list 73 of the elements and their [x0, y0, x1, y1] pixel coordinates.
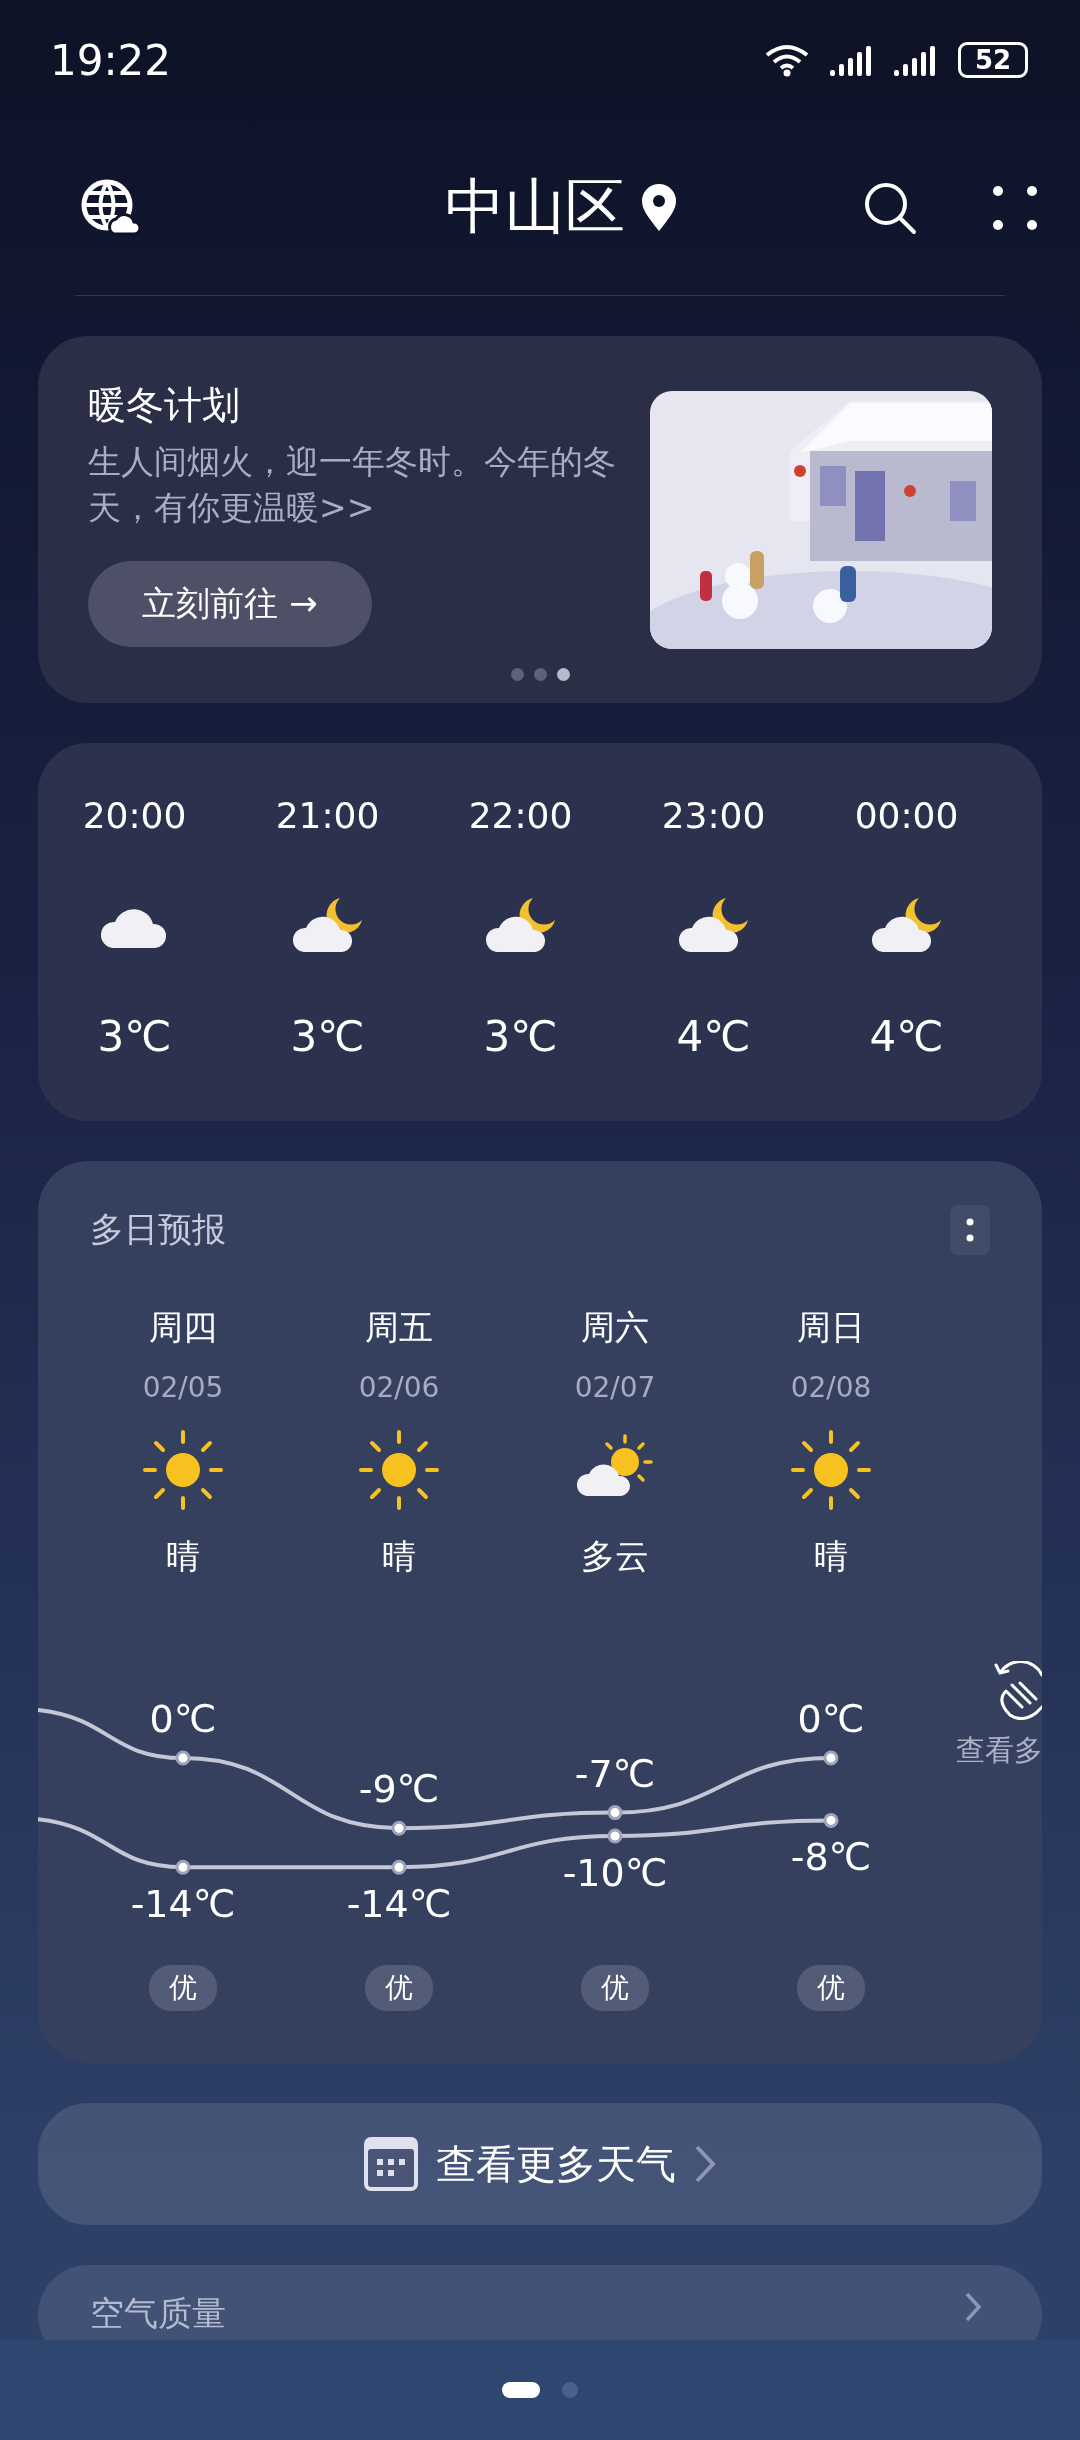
weather-text: 晴	[166, 1535, 200, 1578]
hour-temperature: 4℃	[869, 1012, 944, 1061]
wifi-icon	[764, 43, 810, 77]
page-dot[interactable]	[533, 668, 547, 681]
battery-icon: 52	[958, 42, 1028, 78]
sun-icon	[357, 1428, 441, 1512]
weekday: 周四	[149, 1306, 217, 1349]
status-time: 19:22	[50, 35, 172, 85]
hour-temperature: 4℃	[676, 1012, 751, 1061]
high-temperature: -9℃	[358, 1767, 440, 1812]
hour-time: 00:00	[854, 795, 959, 836]
page-indicator[interactable]	[502, 2382, 540, 2398]
moon-cloud-icon	[484, 896, 557, 954]
more-icon[interactable]	[950, 1205, 990, 1255]
date: 02/06	[358, 1371, 440, 1404]
air-quality-title: 空气质量	[90, 2292, 226, 2335]
signal-icon	[830, 44, 874, 76]
globe-cloud-icon[interactable]	[80, 177, 140, 238]
location-pin-icon	[641, 183, 677, 232]
sun-icon	[789, 1428, 873, 1512]
high-temperature: 0℃	[797, 1697, 865, 1741]
low-temperature: -14℃	[346, 1882, 452, 1927]
moon-cloud-icon	[677, 896, 750, 954]
go-button[interactable]: 立刻前往 →	[88, 561, 372, 647]
hour-temperature: 3℃	[97, 1012, 172, 1061]
promo-text: 生人间烟火，迎一年冬时。今年的冬天，有你更温暖>>	[88, 441, 617, 529]
chevron-right-icon	[694, 2144, 716, 2184]
hour-temperature: 3℃	[290, 1012, 365, 1061]
sun-icon	[141, 1428, 225, 1512]
data-point	[607, 1805, 623, 1821]
air-quality-badge: 优	[581, 1965, 649, 2011]
weekday: 周六	[581, 1306, 649, 1349]
calendar-icon	[364, 2137, 418, 2191]
forecast-title: 多日预报	[90, 1208, 226, 1251]
weather-text: 晴	[382, 1535, 416, 1578]
weather-text: 多云	[581, 1535, 649, 1578]
hour-time: 20:00	[82, 795, 187, 836]
hour-time: 23:00	[661, 795, 766, 836]
signal-icon	[894, 44, 938, 76]
high-temperature: 0℃	[149, 1697, 217, 1741]
air-quality-badge: 优	[149, 1965, 217, 2011]
moon-cloud-icon	[870, 896, 943, 954]
date: 02/07	[574, 1371, 656, 1404]
weather-text: 晴	[814, 1535, 848, 1578]
chevron-right-icon[interactable]	[964, 2291, 982, 2323]
data-point	[823, 1750, 839, 1766]
city-name[interactable]: 中山区	[445, 167, 625, 248]
data-point	[391, 1820, 407, 1836]
hour-time: 21:00	[275, 795, 380, 836]
data-point	[823, 1812, 839, 1828]
data-point	[607, 1828, 623, 1844]
more-weather-button[interactable]: 查看更多天气	[38, 2103, 1042, 2225]
page-dot[interactable]	[556, 668, 570, 681]
date: 02/08	[790, 1371, 872, 1404]
air-quality-badge: 优	[797, 1965, 865, 2011]
hour-time: 22:00	[468, 795, 573, 836]
data-point	[391, 1859, 407, 1875]
low-temperature: -14℃	[130, 1882, 236, 1927]
high-temperature: -7℃	[574, 1751, 656, 1796]
data-point	[175, 1750, 191, 1766]
weekday: 周五	[365, 1306, 433, 1349]
hint-text: 查看多	[956, 1732, 1042, 1769]
weekday: 周日	[797, 1306, 865, 1349]
hour-temperature: 3℃	[483, 1012, 558, 1061]
low-temperature: -10℃	[562, 1851, 668, 1895]
page-dot[interactable]	[510, 668, 524, 681]
data-point	[175, 1859, 191, 1875]
promo-title: 暖冬计划	[88, 382, 241, 429]
promo-card[interactable]: 暖冬计划 生人间烟火，迎一年冬时。今年的冬天，有你更温暖>> 立刻前往 →	[38, 336, 1042, 703]
air-quality-badge: 优	[365, 1965, 433, 2011]
low-temperature: -8℃	[790, 1835, 872, 1880]
moon-cloud-icon	[291, 896, 364, 954]
date: 02/05	[142, 1371, 224, 1404]
